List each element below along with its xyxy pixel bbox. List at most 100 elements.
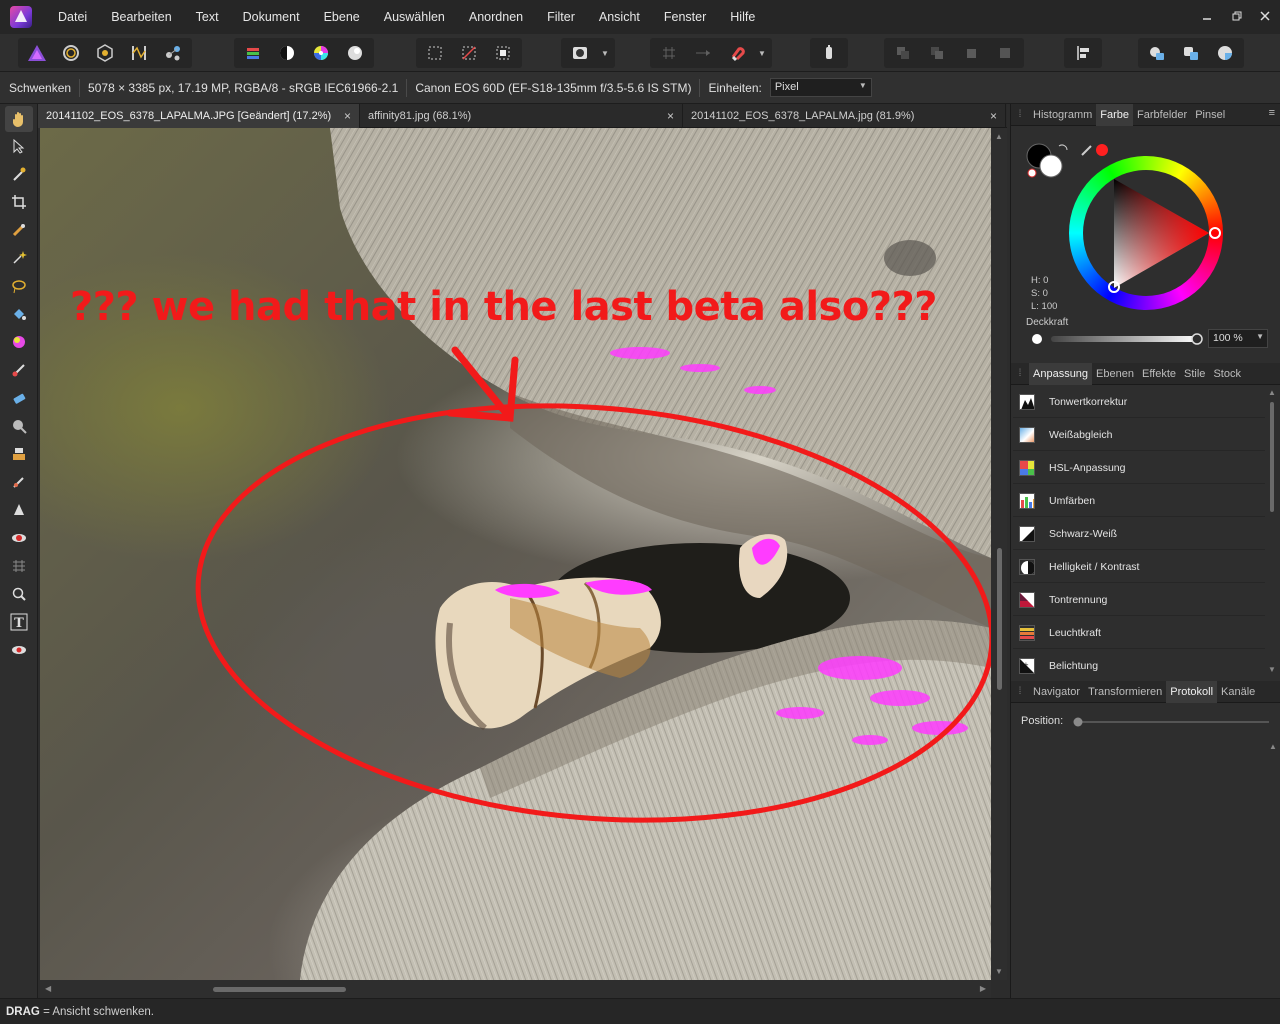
document-tab[interactable]: 20141102_EOS_6378_LAPALMA.JPG [Geändert]… — [38, 104, 360, 128]
assistant-icon[interactable] — [814, 40, 844, 66]
tab-protokoll[interactable]: Protokoll — [1166, 680, 1218, 703]
units-select[interactable]: Pixel ▼ — [769, 78, 872, 97]
panel-grip-icon[interactable]: ⁞ — [1011, 363, 1029, 385]
move-to-front-icon[interactable] — [990, 40, 1020, 66]
menu-filter[interactable]: Filter — [535, 0, 587, 34]
adjustment-item[interactable]: Tontrennung — [1013, 584, 1265, 616]
opacity-field[interactable]: 100 % ▼ — [1208, 329, 1268, 348]
opacity-slider-handle[interactable] — [1191, 333, 1203, 345]
scroll-up-icon[interactable]: ▲ — [995, 132, 1003, 141]
tab-anpassung[interactable]: Anpassung — [1029, 362, 1093, 385]
zoom-tool-icon[interactable] — [5, 581, 33, 607]
smudge-brush-tool-icon[interactable] — [5, 469, 33, 495]
export-persona-icon[interactable] — [158, 40, 188, 66]
red-eye-removal-tool-icon[interactable] — [5, 637, 33, 663]
menu-fenster[interactable]: Fenster — [652, 0, 718, 34]
develop-persona-icon[interactable] — [90, 40, 120, 66]
scroll-down-icon[interactable]: ▼ — [1268, 665, 1276, 674]
panel-grip-icon[interactable]: ⁞ — [1011, 104, 1029, 126]
deselect-icon[interactable] — [454, 40, 484, 66]
clone-brush-tool-icon[interactable] — [5, 441, 33, 467]
snapping-magnet-icon[interactable] — [722, 40, 752, 66]
no-color-icon[interactable] — [1027, 168, 1037, 178]
crop-tool-icon[interactable] — [5, 189, 33, 215]
chevron-down-icon[interactable]: ▼ — [1256, 332, 1264, 341]
color-triangle[interactable] — [1069, 156, 1223, 310]
selection-brush-tool-icon[interactable] — [5, 217, 33, 243]
panel-grip-icon[interactable]: ⁞ — [1011, 681, 1029, 703]
tab-farbe[interactable]: Farbe — [1096, 103, 1134, 126]
auto-white-balance-icon[interactable] — [340, 40, 370, 66]
close-tab-icon[interactable]: × — [990, 104, 997, 128]
adjustment-item[interactable]: Umfärben — [1013, 485, 1265, 517]
snapping-dropdown-icon[interactable]: ▼ — [756, 40, 768, 66]
tab-histogramm[interactable]: Histogramm — [1029, 104, 1096, 126]
move-forward-one-icon[interactable] — [956, 40, 986, 66]
eyedropper-icon[interactable] — [1081, 145, 1092, 156]
blur-tool-icon[interactable] — [5, 497, 33, 523]
adjustment-item[interactable]: HSL-Anpassung — [1013, 452, 1265, 484]
menu-auswaehlen[interactable]: Auswählen — [372, 0, 457, 34]
fill-tool-icon[interactable] — [5, 301, 33, 327]
move-to-back-icon[interactable] — [888, 40, 918, 66]
auto-colors-icon[interactable] — [306, 40, 336, 66]
tab-transformieren[interactable]: Transformieren — [1084, 681, 1166, 703]
mesh-warp-tool-icon[interactable] — [5, 553, 33, 579]
erase-brush-tool-icon[interactable] — [5, 385, 33, 411]
liquify-persona-icon[interactable] — [56, 40, 86, 66]
adjustment-item[interactable]: + Belichtung — [1013, 650, 1265, 682]
gradient-tool-icon[interactable] — [5, 329, 33, 355]
move-back-one-icon[interactable] — [922, 40, 952, 66]
canvas-horizontal-scrollbar[interactable]: ◀ ▶ — [40, 980, 991, 998]
current-color-swatch[interactable] — [1096, 144, 1108, 156]
restore-icon[interactable] — [1222, 0, 1252, 32]
history-slider-handle[interactable] — [1073, 717, 1083, 727]
hue-handle[interactable] — [1209, 227, 1221, 239]
tab-pinsel[interactable]: Pinsel — [1191, 104, 1229, 126]
flood-select-tool-icon[interactable] — [5, 245, 33, 271]
quick-mask-dropdown-icon[interactable]: ▼ — [599, 40, 611, 66]
tab-stock[interactable]: Stock — [1209, 363, 1245, 385]
adjustment-item[interactable]: Tonwertkorrektur — [1013, 386, 1265, 418]
scrollbar-thumb[interactable] — [213, 987, 346, 992]
color-picker-tool-icon[interactable] — [5, 161, 33, 187]
add-boolean-icon[interactable] — [1142, 40, 1172, 66]
select-all-icon[interactable] — [420, 40, 450, 66]
tab-effekte[interactable]: Effekte — [1138, 363, 1180, 385]
adjustment-item[interactable]: Helligkeit / Kontrast — [1013, 551, 1265, 583]
hand-tool-icon[interactable] — [5, 106, 33, 132]
opacity-slider[interactable] — [1029, 332, 1209, 346]
grid-icon[interactable] — [654, 40, 684, 66]
swap-colors-icon[interactable] — [1058, 144, 1068, 151]
align-icon[interactable] — [1068, 40, 1098, 66]
tab-ebenen[interactable]: Ebenen — [1092, 363, 1138, 385]
menu-hilfe[interactable]: Hilfe — [718, 0, 767, 34]
menu-dokument[interactable]: Dokument — [231, 0, 312, 34]
adjustment-item[interactable]: Schwarz-Weiß — [1013, 518, 1265, 550]
guides-icon[interactable] — [688, 40, 718, 66]
scroll-up-icon[interactable]: ▲ — [1269, 742, 1277, 751]
close-tab-icon[interactable]: × — [667, 104, 674, 128]
menu-bearbeiten[interactable]: Bearbeiten — [99, 0, 183, 34]
menu-datei[interactable]: Datei — [46, 0, 99, 34]
auto-levels-icon[interactable] — [238, 40, 268, 66]
intersect-boolean-icon[interactable] — [1210, 40, 1240, 66]
close-icon[interactable] — [1250, 0, 1280, 32]
minimize-icon[interactable] — [1192, 0, 1222, 32]
text-tool-icon[interactable]: T — [5, 609, 33, 635]
document-canvas[interactable]: ??? we had that in the last beta also??? — [40, 128, 991, 980]
document-tab[interactable]: affinity81.jpg (68.1%) × — [360, 104, 683, 128]
paint-brush-tool-icon[interactable] — [5, 357, 33, 383]
adjustment-item[interactable]: Weißabgleich — [1013, 419, 1265, 451]
menu-anordnen[interactable]: Anordnen — [457, 0, 535, 34]
adjustment-scrollbar[interactable]: ▲ ▼ — [1267, 386, 1277, 676]
panel-menu-icon[interactable]: ≡ — [1269, 107, 1275, 119]
scroll-right-icon[interactable]: ▶ — [980, 984, 986, 993]
photo-persona-icon[interactable] — [22, 40, 52, 66]
quick-mask-icon[interactable] — [565, 40, 595, 66]
dodge-tool-icon[interactable] — [5, 413, 33, 439]
red-eye-tool-icon[interactable] — [5, 525, 33, 551]
document-tab[interactable]: 20141102_EOS_6378_LAPALMA.jpg (81.9%) × — [683, 104, 1006, 128]
freehand-selection-tool-icon[interactable] — [5, 273, 33, 299]
tab-farbfelder[interactable]: Farbfelder — [1133, 104, 1191, 126]
